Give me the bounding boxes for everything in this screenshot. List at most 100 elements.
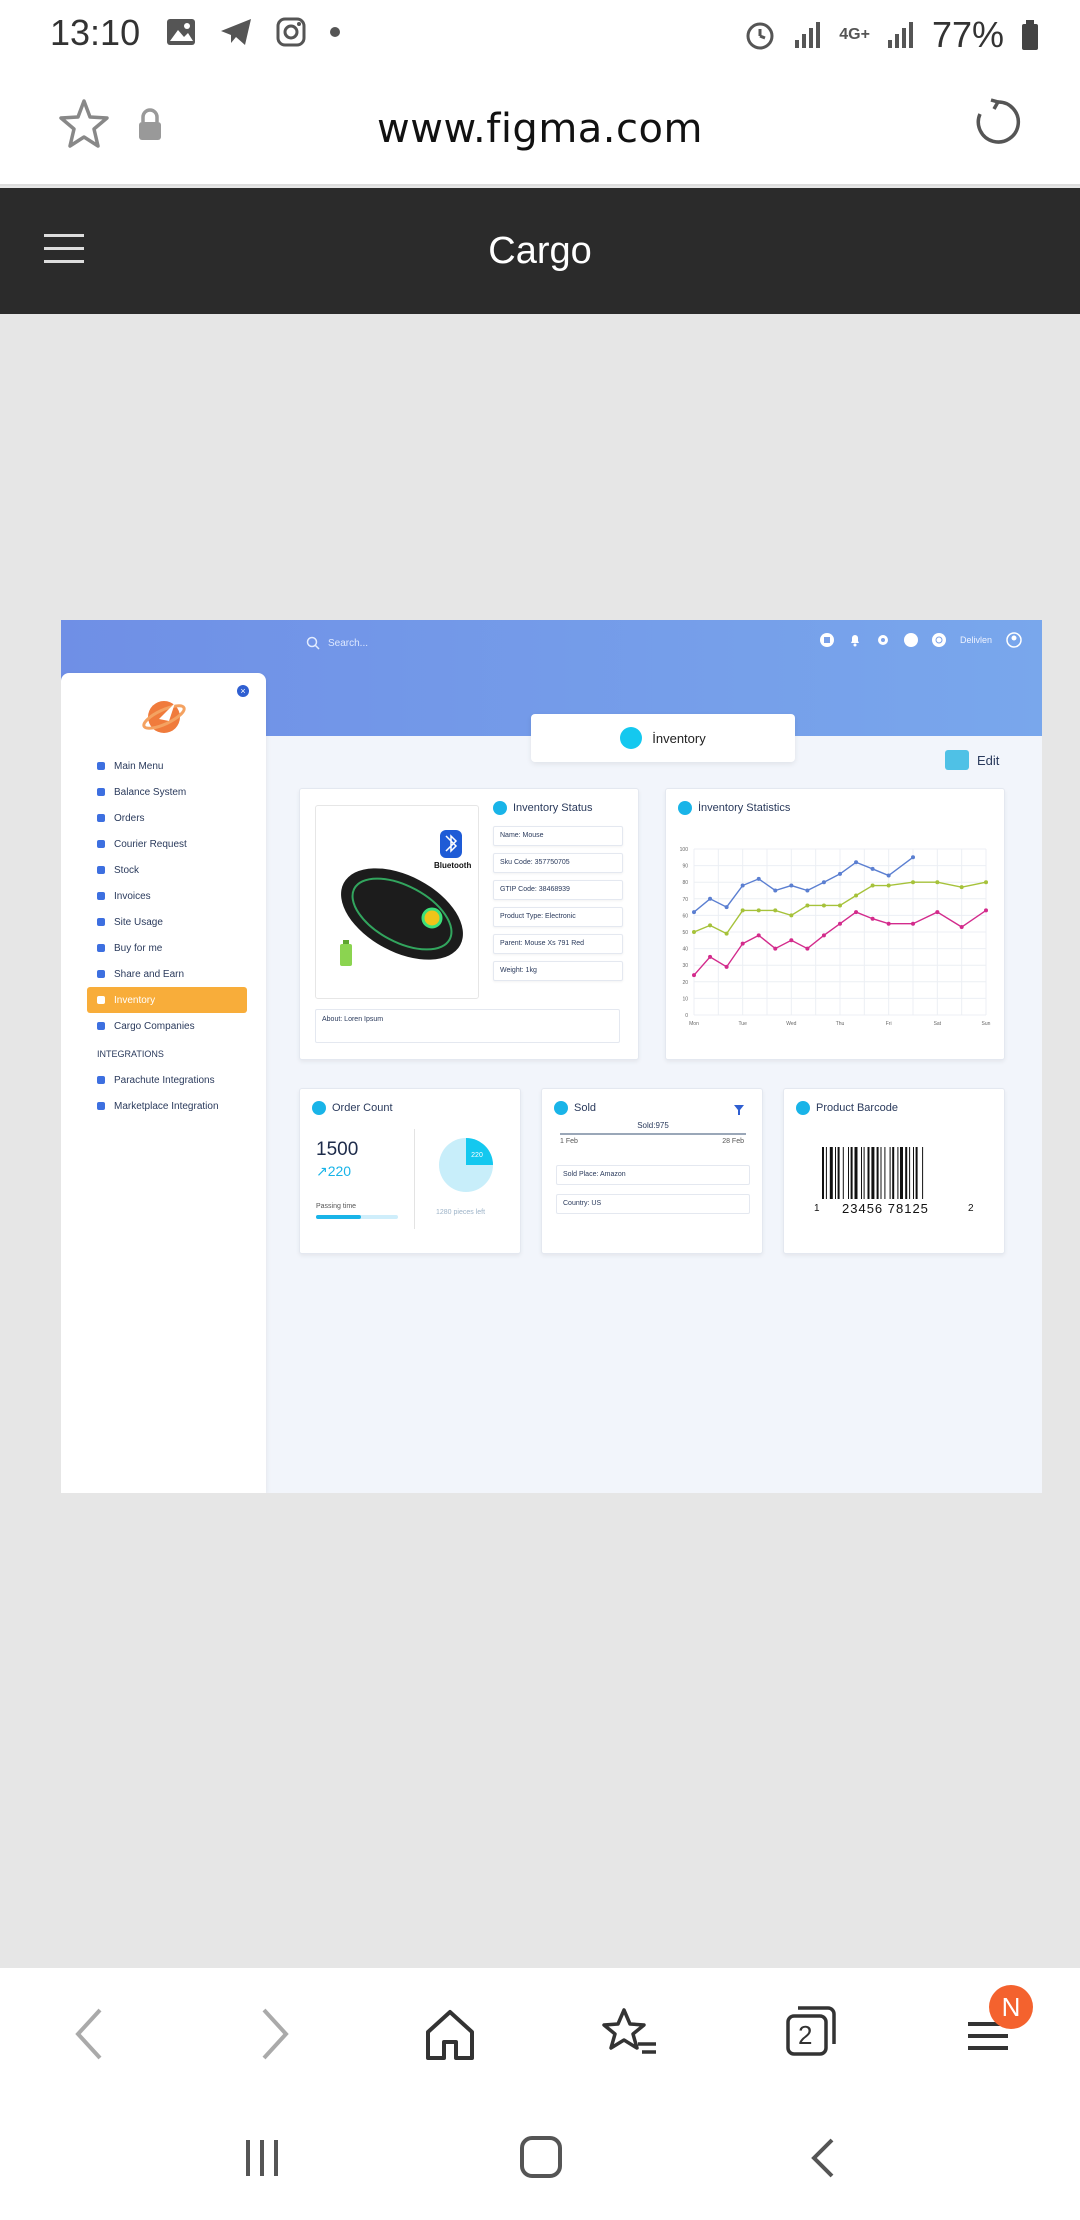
- data-point: [984, 908, 988, 913]
- filter-icon[interactable]: [734, 1105, 744, 1115]
- barcode-bar: [848, 1147, 849, 1199]
- y-tick-label: 90: [682, 864, 688, 870]
- orders-icon: [97, 814, 105, 822]
- data-point: [789, 938, 794, 943]
- sold-total: Sold:975: [637, 1121, 669, 1130]
- gear-icon[interactable]: [876, 633, 890, 647]
- order-count-title: Order Count: [312, 1101, 393, 1115]
- sidebar-item-site-usage[interactable]: Site Usage: [87, 909, 247, 935]
- app-title: Cargo: [488, 230, 592, 272]
- bell-icon[interactable]: [848, 633, 862, 647]
- sold-country-field[interactable]: Country: US: [556, 1194, 750, 1214]
- sidebar-item-invoices[interactable]: Invoices: [87, 883, 247, 909]
- system-back-icon[interactable]: [806, 2136, 840, 2180]
- sidebar-item-courier-request[interactable]: Courier Request: [87, 831, 247, 857]
- sidebar-section-integrations: INTEGRATIONS: [97, 1049, 164, 1059]
- data-point: [821, 880, 826, 885]
- data-point: [870, 883, 875, 888]
- bookmarks-icon[interactable]: [600, 2004, 660, 2064]
- tabs-button[interactable]: 2: [784, 2004, 838, 2058]
- sidebar-item-label: Inventory: [114, 994, 156, 1006]
- field-parent[interactable]: Parent: Mouse Xs 791 Red: [493, 934, 623, 954]
- barcode-bar: [905, 1147, 908, 1199]
- field-weight[interactable]: Weight: 1kg: [493, 961, 623, 981]
- sidebar-item-label: Stock: [114, 864, 140, 876]
- sidebar-item-orders[interactable]: Orders: [87, 805, 247, 831]
- avatar-icon[interactable]: [1006, 632, 1022, 648]
- status-time: 13:10: [50, 12, 141, 53]
- order-total: 1500: [316, 1139, 359, 1160]
- url-text[interactable]: www.figma.com: [0, 106, 1080, 152]
- barcode-bar: [922, 1147, 924, 1199]
- page-title-pill: İnventory: [531, 714, 795, 762]
- sidebar-item-marketplace-integration[interactable]: Marketplace Integration: [87, 1093, 247, 1119]
- data-point: [854, 910, 859, 915]
- field-gtip[interactable]: GTIP Code: 38468939: [493, 880, 623, 900]
- sold-place-field[interactable]: Sold Place: Amazon: [556, 1165, 750, 1185]
- data-point: [740, 941, 745, 946]
- language-icon[interactable]: [931, 633, 946, 647]
- cargo-logo-icon: [142, 701, 186, 733]
- sidebar-item-label: Main Menu: [114, 760, 164, 772]
- sidebar-item-buy-for-me[interactable]: Buy for me: [87, 935, 247, 961]
- sidebar-item-parachute-integrations[interactable]: Parachute Integrations: [87, 1067, 247, 1093]
- sold-range-slider[interactable]: [560, 1133, 746, 1135]
- barcode-bar: [889, 1147, 891, 1199]
- system-home-icon[interactable]: [518, 2134, 564, 2180]
- system-nav-bar: [0, 2108, 1080, 2220]
- product-image: Bluetooth: [315, 805, 479, 999]
- y-tick-label: 80: [682, 880, 688, 886]
- grid-icon[interactable]: [819, 633, 834, 647]
- order-count-card: Order Count 1500 ↗220 Passing time 220 1…: [299, 1088, 521, 1254]
- field-product-type[interactable]: Product Type: Electronic: [493, 907, 623, 927]
- card-title-text: Inventory Status: [513, 802, 593, 814]
- help-icon[interactable]: [903, 633, 918, 647]
- data-point: [789, 913, 794, 918]
- about-field[interactable]: About: Loren Ipsum: [315, 1009, 620, 1043]
- edit-button[interactable]: Edit: [945, 750, 999, 770]
- sidebar-item-balance-system[interactable]: Balance System: [87, 779, 247, 805]
- barcode-bar: [876, 1147, 879, 1199]
- barcode-bar: [900, 1147, 903, 1199]
- data-point: [708, 954, 713, 959]
- sidebar-item-inventory[interactable]: Inventory: [87, 987, 247, 1013]
- close-sidebar-icon[interactable]: ×: [237, 685, 249, 697]
- y-tick-label: 20: [682, 980, 688, 986]
- data-point: [740, 883, 745, 888]
- order-pie: 220: [439, 1138, 493, 1192]
- field-sku[interactable]: Sku Code: 357750705: [493, 853, 623, 873]
- sidebar-item-cargo-companies[interactable]: Cargo Companies: [87, 1013, 247, 1039]
- barcode-bar: [863, 1147, 865, 1199]
- sidebar-item-label: Site Usage: [114, 916, 163, 928]
- dashboard-preview: Search... Delivlen × Main Menu Balance S…: [61, 620, 1042, 1493]
- stock-icon: [97, 866, 105, 874]
- notification-icons: [165, 16, 341, 48]
- forward-arrow-icon[interactable]: [254, 2004, 294, 2064]
- barcode-bar: [829, 1147, 833, 1199]
- sidebar-item-main-menu[interactable]: Main Menu: [87, 753, 247, 779]
- y-tick-label: 40: [682, 947, 688, 953]
- data-point: [886, 873, 891, 878]
- sold-title: Sold: [554, 1101, 596, 1115]
- back-arrow-icon[interactable]: [70, 2004, 110, 2064]
- y-tick-label: 100: [680, 847, 689, 853]
- field-name[interactable]: Name: Mouse: [493, 826, 623, 846]
- barcode-bar: [854, 1147, 858, 1199]
- user-name[interactable]: Delivlen: [960, 635, 992, 645]
- reload-icon[interactable]: [972, 96, 1024, 148]
- dashboard-search[interactable]: Search...: [306, 636, 368, 650]
- recent-apps-icon[interactable]: [242, 2136, 282, 2180]
- sidebar-item-share-and-earn[interactable]: Share and Earn: [87, 961, 247, 987]
- y-tick-label: 10: [682, 996, 688, 1002]
- home-icon[interactable]: [424, 2004, 476, 2064]
- sidebar-item-stock[interactable]: Stock: [87, 857, 247, 883]
- y-tick-label: 30: [682, 963, 688, 969]
- data-point: [854, 893, 859, 898]
- data-point: [911, 880, 915, 885]
- data-point: [838, 871, 842, 876]
- globe-icon: [97, 918, 105, 926]
- bluetooth-label: Bluetooth: [434, 861, 472, 870]
- search-placeholder: Search...: [328, 637, 369, 649]
- data-point: [724, 964, 729, 969]
- data-point: [959, 925, 964, 930]
